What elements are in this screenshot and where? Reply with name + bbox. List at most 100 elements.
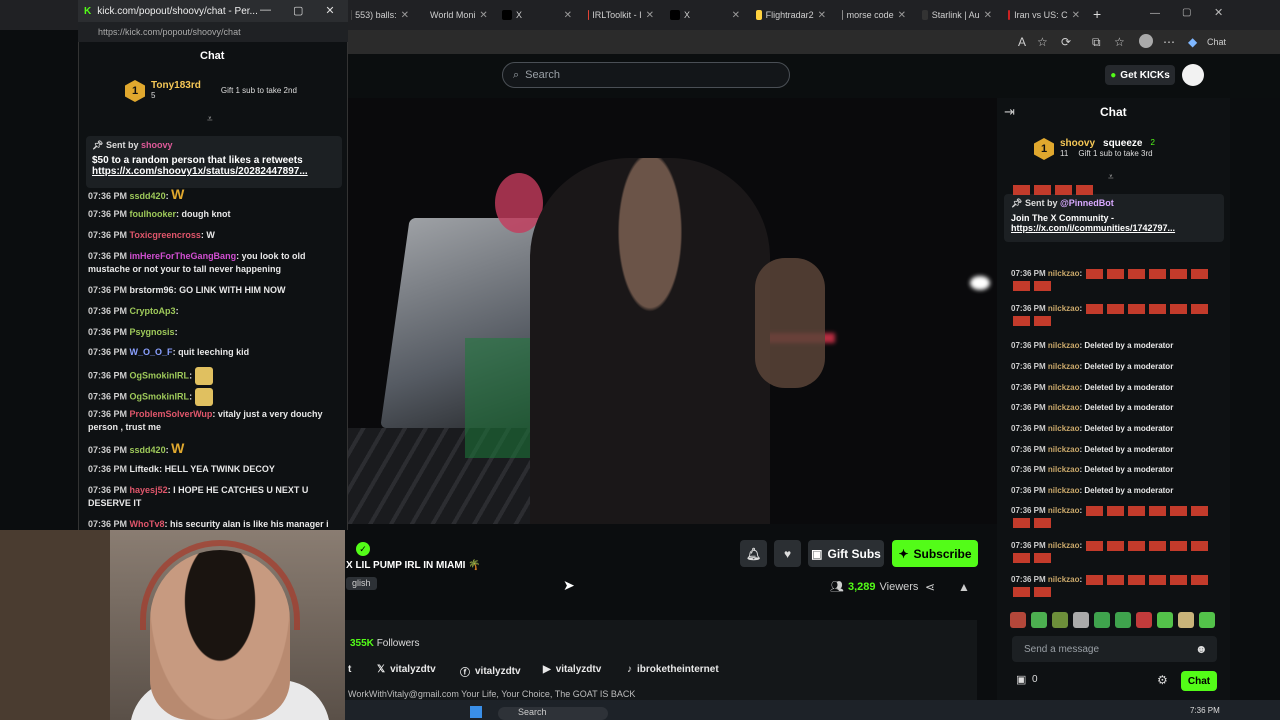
emote-shortcut-icon[interactable] [1136, 612, 1152, 628]
social-link[interactable]: ♪ ibroketheinternet [627, 664, 719, 675]
chat-message[interactable]: 07:36 PM nilckzao: [1011, 505, 1221, 529]
new-tab-button[interactable]: + [1093, 6, 1101, 22]
tab-close-icon[interactable]: ✕ [984, 10, 992, 21]
chat-message[interactable] [1011, 184, 1221, 196]
message-username[interactable]: nilckzao [1048, 445, 1080, 454]
send-chat-button[interactable]: Chat [1181, 671, 1217, 691]
chat-message[interactable]: 07:36 PM nilckzao: [1011, 268, 1221, 292]
popout-chat-message[interactable]: 07:36 PM OgSmokinIRL: [88, 367, 338, 385]
message-username[interactable]: nilckzao [1048, 575, 1080, 584]
chat-message[interactable]: 07:36 PM nilckzao: [1011, 540, 1221, 564]
message-username[interactable]: foulhooker [130, 209, 177, 219]
message-username[interactable]: imHereForTheGangBang [130, 251, 237, 261]
message-username[interactable]: nilckzao [1048, 541, 1080, 550]
chat-message[interactable]: 07:36 PM nilckzao: Deleted by a moderato… [1011, 423, 1221, 434]
message-username[interactable]: brstorm96 [130, 285, 174, 295]
emoji-icon[interactable]: ☻ [1195, 642, 1208, 656]
popout-chat-message[interactable]: 07:36 PM ssdd420: W [88, 187, 338, 203]
message-username[interactable]: hayesj52 [130, 485, 168, 495]
chat-message[interactable]: 07:36 PM nilckzao: Deleted by a moderato… [1011, 485, 1221, 496]
message-username[interactable]: OgSmokinIRL [130, 391, 190, 401]
popout-chat-message[interactable]: 07:36 PM imHereForTheGangBang: you look … [88, 250, 338, 276]
message-username[interactable]: W_O_O_F [130, 347, 173, 357]
chat-message[interactable]: 07:36 PM nilckzao: Deleted by a moderato… [1011, 340, 1221, 351]
browser-tab[interactable]: X ✕ [664, 5, 746, 25]
chat-message[interactable]: 07:36 PM nilckzao: Deleted by a moderato… [1011, 464, 1221, 475]
message-username[interactable]: nilckzao [1048, 362, 1080, 371]
copilot-icon[interactable]: ◆ [1188, 35, 1197, 49]
browser-tab[interactable]: X ✕ [496, 5, 578, 25]
tab-close-icon[interactable]: ✕ [818, 10, 826, 21]
tab-close-icon[interactable]: ✕ [732, 10, 740, 21]
browser-tab[interactable]: IRLToolkit - I ✕ [582, 5, 660, 25]
read-aloud-icon[interactable]: A [1018, 35, 1026, 49]
popout-chat-message[interactable]: 07:36 PM Liftedk: HELL YEA TWINK DECOY [88, 463, 338, 476]
share-icon[interactable]: ⋖ [925, 580, 935, 594]
notification-bell-button[interactable]: 🔔︎ [740, 540, 767, 567]
tab-close-icon[interactable]: ✕ [1072, 10, 1080, 21]
report-icon[interactable]: ▲ [958, 580, 970, 594]
close-icon[interactable]: ✕ [1214, 6, 1223, 19]
video-player[interactable] [345, 98, 997, 524]
popout-chat-message[interactable]: 07:36 PM OgSmokinIRL: [88, 388, 338, 406]
browser-tab[interactable]: Flightradar2 ✕ [750, 5, 832, 25]
message-username[interactable]: nilckzao [1048, 506, 1080, 515]
chat-message[interactable]: 07:36 PM nilckzao: Deleted by a moderato… [1011, 382, 1221, 393]
popout-url-bar[interactable]: https://kick.com/popout/shoovy/chat [78, 22, 348, 42]
follow-heart-button[interactable]: ♥ [774, 540, 801, 567]
social-link[interactable]: ⓕ vitalyzdtv [460, 664, 521, 679]
favorite-star-icon[interactable]: ☆ [1037, 35, 1048, 49]
message-username[interactable]: ProblemSolverWup [130, 409, 213, 419]
emote-shortcut-icon[interactable] [1031, 612, 1047, 628]
tab-close-icon[interactable]: ✕ [898, 10, 906, 21]
popout-chat-message[interactable]: 07:36 PM CryptoAp3: [88, 305, 338, 318]
kicks-gift-icon[interactable]: ▣ [1016, 673, 1026, 686]
pinned-message[interactable]: 📌︎ Sent by @PinnedBot Join The X Communi… [1004, 194, 1224, 242]
expand-leaderboard-icon[interactable]: ⩡ [1108, 172, 1114, 183]
social-link[interactable]: ▶ vitalyzdtv [543, 664, 601, 675]
popout-chat-message[interactable]: 07:36 PM WhoTv8: his security alan is li… [88, 518, 338, 531]
popout-chat-message[interactable]: 07:36 PM hayesj52: I HOPE HE CATCHES U N… [88, 484, 338, 510]
extensions-icon[interactable]: ⧉ [1092, 35, 1101, 50]
emote-shortcut-icon[interactable] [1157, 612, 1173, 628]
user-avatar[interactable] [1182, 64, 1204, 86]
favorites-icon[interactable]: ☆ [1114, 35, 1125, 49]
emote-shortcut-icon[interactable] [1010, 612, 1026, 628]
extension-icon[interactable]: ⟳ [1061, 35, 1071, 49]
message-username[interactable]: nilckzao [1048, 383, 1080, 392]
more-menu-icon[interactable]: ⋯ [1163, 35, 1175, 49]
emote-shortcut-icon[interactable] [1094, 612, 1110, 628]
search-input[interactable]: ⌕ Search [502, 62, 790, 88]
tab-close-icon[interactable]: ✕ [479, 10, 487, 21]
popout-chat-message[interactable]: 07:36 PM brstorm96: GO LINK WITH HIM NOW [88, 284, 338, 297]
message-username[interactable]: nilckzao [1048, 465, 1080, 474]
popout-gift-leaderboard[interactable]: 1 Tony183rd 5 Gift 1 sub to take 2nd [125, 80, 297, 102]
emote-shortcut-icon[interactable] [1178, 612, 1194, 628]
chat-settings-icon[interactable]: ⚙ [1157, 673, 1168, 687]
taskbar-search[interactable]: Search [498, 707, 608, 720]
message-username[interactable]: Toxicgreencross [130, 230, 201, 240]
tab-close-icon[interactable]: ✕ [646, 10, 654, 21]
popout-chat-message[interactable]: 07:36 PM Toxicgreencross: W [88, 229, 338, 242]
popout-chat-message[interactable]: 07:36 PM Psygnosis: [88, 326, 338, 339]
social-link[interactable]: 𝕏vitalyzdtv [377, 664, 436, 675]
subscribe-button[interactable]: ✦ Subscribe [892, 540, 978, 567]
popout-chat-message[interactable]: 07:36 PM foulhooker: dough knot [88, 208, 338, 221]
popout-pinned-message[interactable]: 📌︎ Sent by shoovy $50 to a random person… [86, 136, 342, 188]
message-username[interactable]: Liftedk [130, 464, 160, 474]
chat-message[interactable]: 07:36 PM nilckzao: Deleted by a moderato… [1011, 361, 1221, 372]
language-tag[interactable]: glish [346, 577, 377, 590]
popout-expand-leaderboard-icon[interactable]: ⩡ [207, 114, 213, 125]
message-username[interactable]: CryptoAp3 [130, 306, 176, 316]
browser-tab[interactable]: morse code ✕ [836, 5, 912, 25]
message-username[interactable]: ssdd420 [130, 191, 166, 201]
message-username[interactable]: WhoTv8 [130, 519, 165, 529]
emote-shortcut-icon[interactable] [1073, 612, 1089, 628]
popout-pinned-link[interactable]: https://x.com/shoovy1x/status/2028244789… [92, 166, 336, 177]
gift-leaderboard[interactable]: 1 shoovy squeeze 2 11 Gift 1 sub to take… [1034, 138, 1155, 160]
message-username[interactable]: ssdd420 [130, 445, 166, 455]
chat-message[interactable]: 07:36 PM nilckzao: [1011, 574, 1221, 598]
popout-chat-message[interactable]: 07:36 PM ProblemSolverWup: vitaly just a… [88, 408, 338, 434]
message-username[interactable]: nilckzao [1048, 269, 1080, 278]
chat-message[interactable]: 07:36 PM nilckzao: Deleted by a moderato… [1011, 444, 1221, 455]
